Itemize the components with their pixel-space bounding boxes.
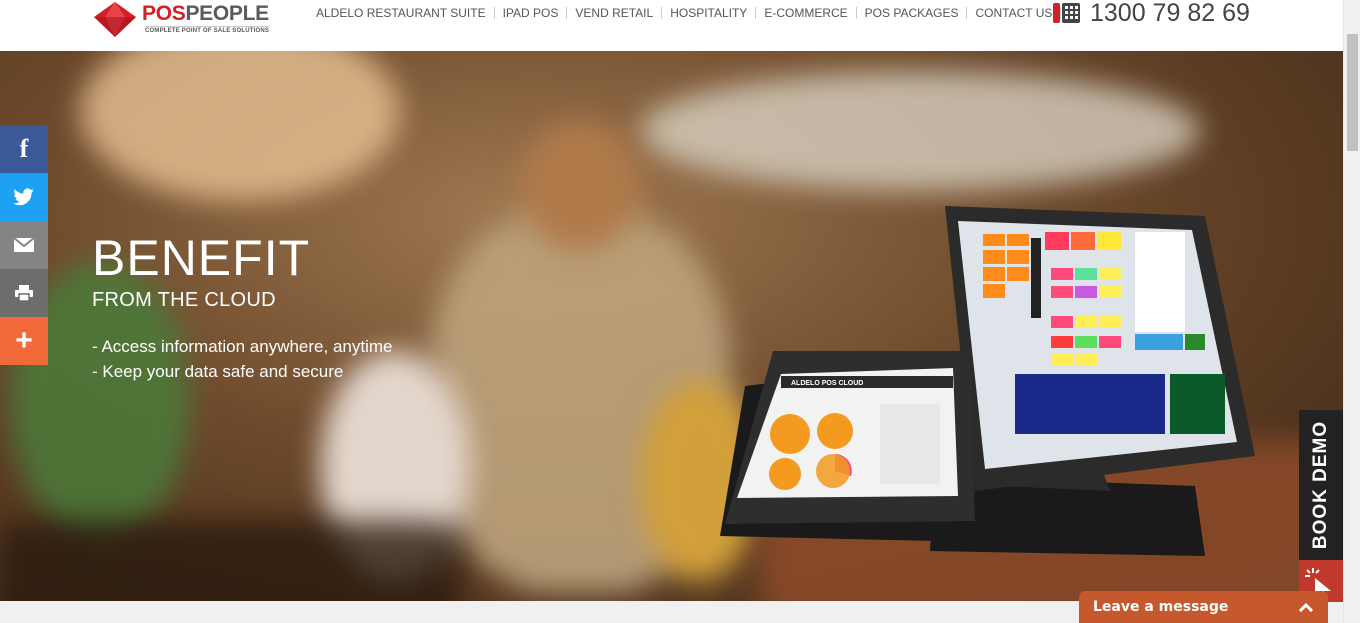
hero-subtitle: FROM THE CLOUD (92, 289, 276, 311)
logo-text-pos: POS (142, 2, 186, 25)
nav-item-contact-us[interactable]: CONTACT US (967, 7, 1062, 19)
nav-item-hospitality[interactable]: HOSPITALITY (662, 7, 757, 19)
book-demo-button[interactable]: BOOK DEMO (1299, 410, 1343, 560)
phone-contact[interactable]: 1300 79 82 69 (1052, 0, 1250, 28)
site-header: POSPEOPLE COMPLETE POINT OF SALE SOLUTIO… (0, 0, 1343, 51)
chevron-up-icon[interactable] (1298, 602, 1314, 612)
logo[interactable]: POSPEOPLE COMPLETE POINT OF SALE SOLUTIO… (92, 0, 292, 40)
page-scrollbar[interactable] (1343, 0, 1360, 623)
twitter-icon (13, 188, 34, 206)
leave-message-label: Leave a message (1093, 599, 1229, 615)
nav-item-e-commerce[interactable]: E-COMMERCE (756, 7, 857, 19)
printer-icon (15, 285, 33, 302)
phone-icon (1053, 3, 1080, 23)
twitter-share-button[interactable] (0, 173, 48, 221)
plus-icon: + (15, 324, 33, 357)
pos-terminal (930, 206, 1255, 556)
logo-text: POSPEOPLE (142, 2, 269, 26)
hero-points: - Access information anywhere, anytime -… (92, 334, 392, 384)
envelope-icon (13, 237, 35, 252)
main-nav: ALDELO RESTAURANT SUITE IPAD POS VEND RE… (308, 0, 1062, 26)
facebook-icon: f (19, 134, 29, 163)
background-floor (0, 521, 460, 601)
scrollbar-thumb[interactable] (1347, 34, 1358, 151)
nav-item-vend-retail[interactable]: VEND RETAIL (567, 7, 663, 19)
hero-point: - Access information anywhere, anytime (92, 337, 393, 356)
tablet-screen-title: ALDELO POS CLOUD (791, 380, 863, 387)
background-person-head (520, 121, 640, 251)
background-light (80, 51, 400, 201)
hero-title: BENEFIT (92, 230, 311, 286)
logo-text-people: PEOPLE (185, 2, 269, 25)
facebook-share-button[interactable]: f (0, 125, 48, 173)
pos-tablet: ALDELO POS CLOUD (720, 351, 975, 541)
share-bar: f + (0, 125, 48, 365)
phone-number[interactable]: 1300 79 82 69 (1090, 0, 1250, 28)
logo-tagline: COMPLETE POINT OF SALE SOLUTIONS (145, 26, 270, 34)
nav-item-pos-packages[interactable]: POS PACKAGES (857, 7, 968, 19)
book-demo-label: BOOK DEMO (1310, 420, 1331, 550)
hero-text: BENEFIT FROM THE CLOUD - Access informat… (92, 231, 392, 384)
more-share-button[interactable]: + (0, 317, 48, 365)
diamond-logo-icon (94, 2, 136, 37)
hero-point: - Keep your data safe and secure (92, 362, 344, 381)
nav-item-ipad-pos[interactable]: IPAD POS (495, 7, 568, 19)
hero-banner: BENEFIT FROM THE CLOUD - Access informat… (0, 51, 1343, 601)
nav-item-aldelo-restaurant-suite[interactable]: ALDELO RESTAURANT SUITE (308, 7, 495, 19)
pos-devices-image: ALDELO POS CLOUD (720, 206, 1255, 556)
email-share-button[interactable] (0, 221, 48, 269)
leave-message-widget[interactable]: Leave a message (1079, 591, 1328, 623)
print-share-button[interactable] (0, 269, 48, 317)
